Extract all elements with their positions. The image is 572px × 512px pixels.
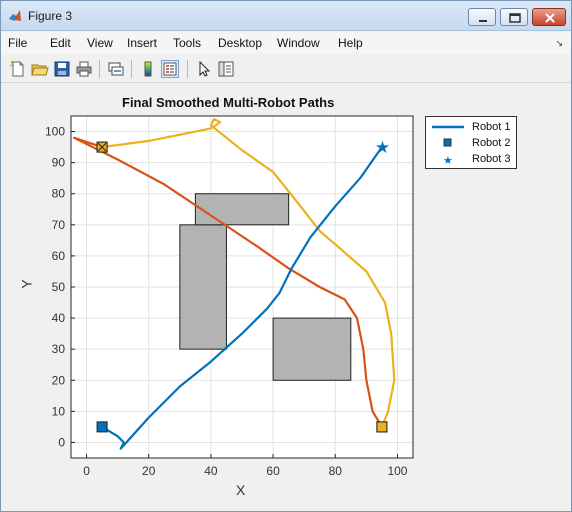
- y-tick-label: 30: [52, 342, 66, 356]
- insert-legend-icon: [163, 62, 177, 76]
- figure-toolbar: [1, 55, 571, 83]
- y-tick-label: 100: [45, 125, 65, 139]
- svg-text:★: ★: [443, 154, 453, 167]
- open-file-icon: [31, 64, 49, 76]
- new-figure-button[interactable]: [9, 60, 27, 78]
- menu-overflow-icon[interactable]: ↘: [555, 38, 563, 49]
- obstacle-rect: [272, 317, 352, 381]
- legend-entry-robot3: ★ Robot 3: [426, 151, 518, 167]
- y-tick-label: 10: [52, 404, 66, 418]
- x-axis-label: X: [236, 482, 246, 498]
- x-tick-label: 20: [142, 464, 156, 478]
- maximize-button[interactable]: [500, 8, 528, 26]
- menu-view[interactable]: View: [87, 36, 113, 50]
- x-tick-label: 80: [329, 464, 343, 478]
- minimize-icon: [479, 20, 487, 22]
- edit-plot-pointer-icon: [199, 60, 211, 77]
- new-figure-icon: [9, 60, 24, 77]
- menu-insert[interactable]: Insert: [127, 36, 157, 50]
- open-file-button[interactable]: [31, 60, 49, 78]
- legend-star-symbol: ★: [443, 154, 453, 167]
- toolbar-separator: [187, 60, 188, 78]
- menu-desktop[interactable]: Desktop: [218, 36, 262, 50]
- robot3-goal-marker: [376, 421, 388, 433]
- legend-label: Robot 3: [472, 153, 511, 165]
- y-tick-label: 50: [52, 280, 66, 294]
- menu-help[interactable]: Help: [338, 36, 363, 50]
- menu-edit[interactable]: Edit: [50, 36, 71, 50]
- link-plot-icon: [108, 62, 124, 76]
- print-button[interactable]: [75, 60, 93, 78]
- property-inspector-button[interactable]: [217, 60, 235, 78]
- figure-window: Figure 3 File Edit View Insert Tools Des…: [0, 0, 572, 512]
- x-tick-label: 100: [387, 464, 407, 478]
- chart-legend[interactable]: Robot 1 Robot 2 ★ Robot 3: [425, 116, 517, 169]
- property-inspector-icon: [218, 61, 234, 77]
- toolbar-separator: [131, 60, 132, 78]
- insert-colorbar-button[interactable]: [139, 60, 157, 78]
- insert-legend-button[interactable]: [161, 60, 179, 78]
- print-icon: [76, 61, 92, 77]
- x-tick-label: 0: [83, 464, 90, 478]
- legend-label: Robot 1: [472, 121, 511, 133]
- y-axis-label: Y: [18, 279, 35, 289]
- title-bar[interactable]: Figure 3: [1, 1, 571, 31]
- close-icon: [545, 13, 555, 23]
- menu-window[interactable]: Window: [277, 36, 320, 50]
- matlab-icon: [9, 10, 21, 21]
- link-plot-button[interactable]: [107, 60, 125, 78]
- robot1-goal-star-marker: ★: [375, 138, 390, 158]
- x-tick-label: 40: [204, 464, 218, 478]
- y-tick-label: 0: [58, 435, 65, 449]
- insert-colorbar-icon: [144, 61, 152, 77]
- obstacle-rect: [194, 193, 290, 226]
- y-tick-label: 60: [52, 249, 66, 263]
- save-button[interactable]: [53, 60, 71, 78]
- minimize-button[interactable]: [468, 8, 496, 26]
- menu-file[interactable]: File: [8, 36, 27, 50]
- y-tick-label: 80: [52, 187, 66, 201]
- maximize-icon: [509, 13, 521, 23]
- y-tick-label: 40: [52, 311, 66, 325]
- save-icon: [54, 61, 70, 77]
- legend-line-symbol: [432, 125, 464, 129]
- legend-square-symbol: [443, 138, 452, 147]
- legend-label: Robot 2: [472, 137, 511, 149]
- menu-bar: File Edit View Insert Tools Desktop Wind…: [1, 32, 571, 54]
- close-button[interactable]: [532, 8, 566, 26]
- y-tick-label: 20: [52, 373, 66, 387]
- menu-tools[interactable]: Tools: [173, 36, 201, 50]
- legend-entry-robot1: Robot 1: [426, 119, 518, 135]
- toolbar-separator: [99, 60, 100, 78]
- window-title: Figure 3: [28, 9, 73, 23]
- y-tick-label: 70: [52, 218, 66, 232]
- legend-entry-robot2: Robot 2: [426, 135, 518, 151]
- x-tick-label: 60: [266, 464, 280, 478]
- robot1-start-marker: [96, 421, 108, 433]
- edit-plot-button[interactable]: [195, 60, 213, 78]
- obstacle-rect: [179, 224, 227, 350]
- y-tick-label: 90: [52, 156, 66, 170]
